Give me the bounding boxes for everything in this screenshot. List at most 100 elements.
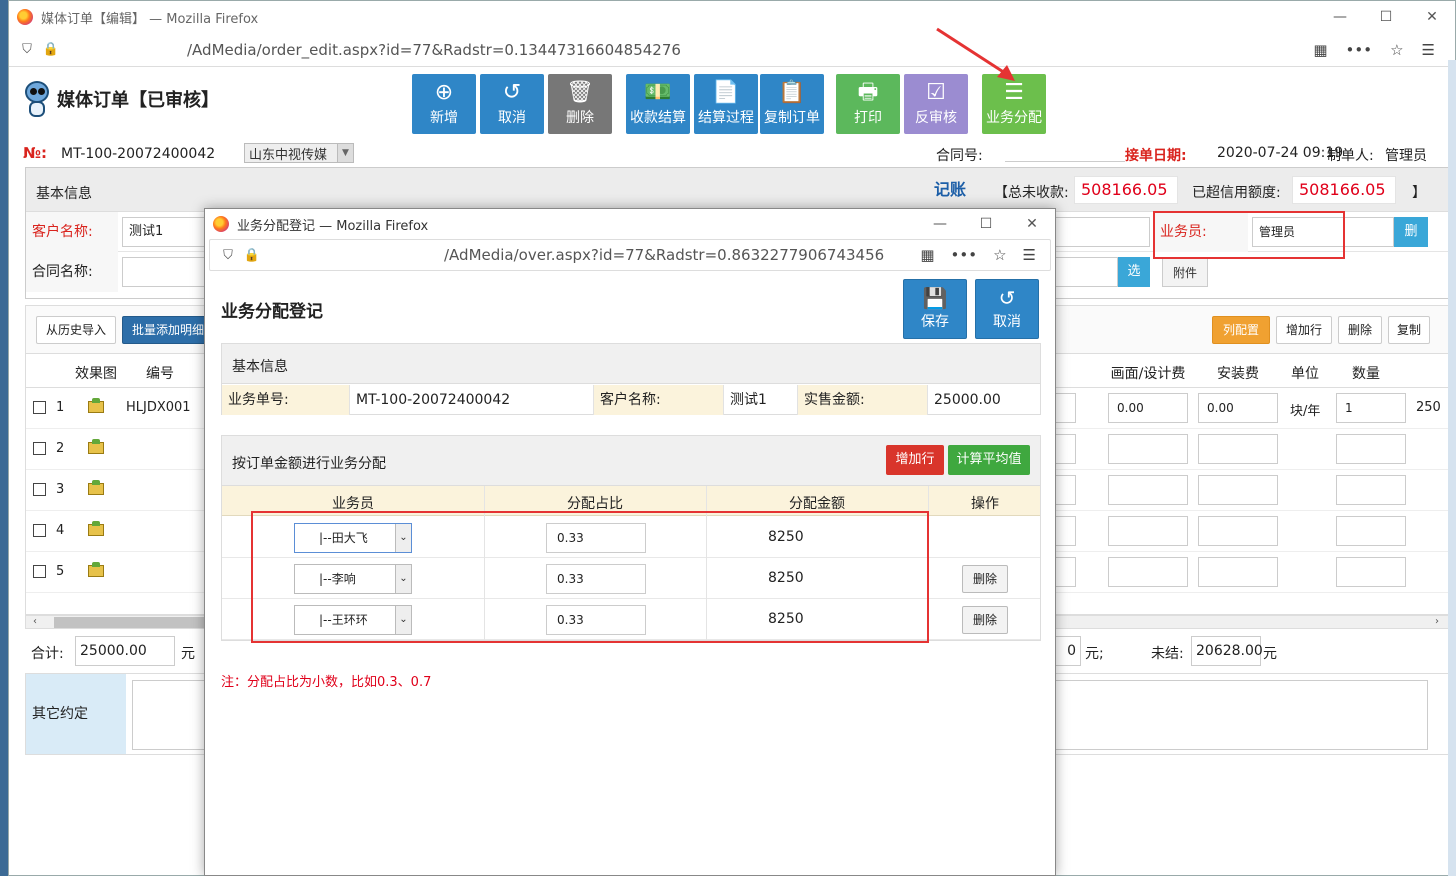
install-fee-input[interactable] bbox=[1198, 516, 1278, 546]
popup-maximize-icon[interactable]: ☐ bbox=[963, 209, 1009, 239]
row-code: HLJDX001 bbox=[126, 400, 191, 415]
folder-image-icon[interactable] bbox=[88, 562, 104, 577]
install-fee-input[interactable] bbox=[1198, 434, 1278, 464]
quantity-input[interactable] bbox=[1336, 516, 1406, 546]
media-select[interactable]: 山东中视传媒 ▼ bbox=[244, 143, 354, 163]
design-fee-input[interactable]: 0.00 bbox=[1108, 393, 1188, 423]
import-history-button[interactable]: 从历史导入 bbox=[36, 316, 116, 344]
bookkeeping-link[interactable]: 记账 bbox=[916, 178, 984, 202]
salesman-select-value: |--李响 bbox=[319, 572, 356, 586]
ratio-input[interactable]: 0.33 bbox=[546, 564, 646, 594]
row-checkbox[interactable] bbox=[33, 401, 46, 414]
copy-row-button[interactable]: 复制 bbox=[1388, 316, 1430, 344]
salesman-input[interactable]: 管理员 bbox=[1252, 217, 1394, 247]
add-row-button[interactable]: 增加行 bbox=[1276, 316, 1332, 344]
column-config-button[interactable]: 列配置 bbox=[1212, 316, 1270, 344]
contract-field-input[interactable] bbox=[1046, 257, 1118, 287]
row-checkbox[interactable] bbox=[33, 483, 46, 496]
bookmark-star-icon[interactable]: ☆ bbox=[993, 246, 1006, 264]
toolbar-button-6[interactable]: 🖶 打印 bbox=[836, 74, 900, 134]
popup-minimize-icon[interactable]: — bbox=[917, 209, 963, 239]
calc-average-button[interactable]: 计算平均值 bbox=[948, 445, 1030, 475]
row-checkbox[interactable] bbox=[33, 524, 46, 537]
salesman-select-value: |--王环环 bbox=[319, 613, 368, 627]
ratio-input[interactable]: 0.33 bbox=[546, 523, 646, 553]
insecure-lock-icon[interactable]: 🔒 bbox=[43, 42, 59, 58]
scroll-left-icon[interactable]: ‹ bbox=[28, 616, 42, 627]
folder-image-icon[interactable] bbox=[88, 439, 104, 454]
popup-window-title: 业务分配登记 — Mozilla Firefox bbox=[237, 218, 429, 234]
quantity-input[interactable] bbox=[1336, 475, 1406, 505]
row-unit: 块/年 bbox=[1290, 404, 1321, 419]
folder-image-icon[interactable] bbox=[88, 398, 104, 413]
folder-image-icon[interactable] bbox=[88, 521, 104, 536]
scroll-right-icon[interactable]: › bbox=[1430, 616, 1444, 627]
toolbar-button-4[interactable]: 📄 结算过程 bbox=[694, 74, 758, 134]
menu-icon[interactable]: ☰ bbox=[1422, 41, 1435, 59]
url-text[interactable]: /AdMedia/order_edit.aspx?id=77&Radstr=0.… bbox=[67, 41, 1305, 59]
popup-basic-panel: 基本信息 业务单号: MT-100-20072400042 客户名称: 测试1 … bbox=[221, 343, 1041, 415]
toolbar-button-label: 业务分配 bbox=[986, 110, 1042, 126]
more-actions-icon[interactable]: ••• bbox=[1346, 41, 1373, 59]
other-terms-label: 其它约定 bbox=[26, 674, 126, 754]
firefox-logo-icon bbox=[17, 9, 33, 25]
toolbar-button-5[interactable]: 📋 复制订单 bbox=[760, 74, 824, 134]
folder-image-icon[interactable] bbox=[88, 480, 104, 495]
salesman-select[interactable]: |--田大飞 ⌄ bbox=[294, 523, 412, 553]
column-divider bbox=[928, 486, 929, 640]
quantity-input[interactable]: 1 bbox=[1336, 393, 1406, 423]
design-fee-input[interactable] bbox=[1108, 516, 1188, 546]
shield-icon[interactable]: ⛉ bbox=[19, 42, 35, 58]
col-quantity: 数量 bbox=[1352, 366, 1380, 382]
salesman-select[interactable]: |--李响 ⌄ bbox=[294, 564, 412, 594]
allocation-row: |--李响 ⌄ 0.33 8250 删除 bbox=[222, 558, 1040, 599]
allocation-header: 按订单金额进行业务分配 增加行 计算平均值 bbox=[222, 436, 1040, 486]
design-fee-input[interactable] bbox=[1108, 434, 1188, 464]
popup-cancel-button[interactable]: ↺ 取消 bbox=[975, 279, 1039, 339]
trash-icon: 🗑 bbox=[566, 80, 594, 105]
row-checkbox[interactable] bbox=[33, 565, 46, 578]
design-fee-input[interactable] bbox=[1108, 557, 1188, 587]
insecure-lock-icon[interactable]: 🔒 bbox=[244, 247, 260, 263]
minimize-icon[interactable]: — bbox=[1317, 1, 1363, 33]
more-actions-icon[interactable]: ••• bbox=[951, 246, 978, 264]
salesman-delete-button[interactable]: 删 bbox=[1394, 217, 1428, 247]
quantity-input[interactable] bbox=[1336, 557, 1406, 587]
allocation-delete-button[interactable]: 删除 bbox=[962, 606, 1008, 634]
close-icon[interactable]: ✕ bbox=[1409, 1, 1455, 33]
toolbar-button-1[interactable]: ↺ 取消 bbox=[480, 74, 544, 134]
salesman-select[interactable]: |--王环环 ⌄ bbox=[294, 605, 412, 635]
install-fee-input[interactable]: 0.00 bbox=[1198, 393, 1278, 423]
popup-save-button[interactable]: 💾 保存 bbox=[903, 279, 967, 339]
install-fee-input[interactable] bbox=[1198, 475, 1278, 505]
qr-code-icon[interactable]: ▦ bbox=[920, 246, 934, 264]
popup-titlebar: 业务分配登记 — Mozilla Firefox — ☐ ✕ bbox=[205, 209, 1055, 239]
row-checkbox[interactable] bbox=[33, 442, 46, 455]
qr-code-icon[interactable]: ▦ bbox=[1313, 41, 1327, 59]
popup-heading: 业务分配登记 bbox=[221, 302, 323, 322]
contract-no-field[interactable] bbox=[1005, 161, 1125, 162]
select-button[interactable]: 选 bbox=[1118, 257, 1150, 287]
hidden-field-input[interactable] bbox=[1046, 217, 1150, 247]
toolbar-button-3[interactable]: 💵 收款结算 bbox=[626, 74, 690, 134]
quantity-input[interactable] bbox=[1336, 434, 1406, 464]
maximize-icon[interactable]: ☐ bbox=[1363, 1, 1409, 33]
toolbar-button-2[interactable]: 🗑 删除 bbox=[548, 74, 612, 134]
popup-url-text[interactable]: /AdMedia/over.aspx?id=77&Radstr=0.863227… bbox=[268, 246, 912, 264]
install-fee-input[interactable] bbox=[1198, 557, 1278, 587]
allocation-panel: 按订单金额进行业务分配 增加行 计算平均值 业务员 分配占比 分配金额 操作 |… bbox=[221, 435, 1041, 641]
batch-add-button[interactable]: 批量添加明细 bbox=[122, 316, 214, 344]
popup-close-icon[interactable]: ✕ bbox=[1009, 209, 1055, 239]
ratio-input[interactable]: 0.33 bbox=[546, 605, 646, 635]
row-price: 250 bbox=[1416, 400, 1441, 415]
shield-icon[interactable]: ⛉ bbox=[220, 247, 236, 263]
delete-row-button[interactable]: 删除 bbox=[1338, 316, 1382, 344]
allocation-delete-button[interactable]: 删除 bbox=[962, 565, 1008, 593]
menu-icon[interactable]: ☰ bbox=[1023, 246, 1036, 264]
toolbar-button-0[interactable]: ⊕ 新增 bbox=[412, 74, 476, 134]
allocation-add-row-button[interactable]: 增加行 bbox=[886, 445, 944, 475]
bookmark-star-icon[interactable]: ☆ bbox=[1390, 41, 1403, 59]
contract-no-label: 合同号: bbox=[936, 148, 983, 164]
design-fee-input[interactable] bbox=[1108, 475, 1188, 505]
attachment-button[interactable]: 附件 bbox=[1162, 257, 1208, 287]
